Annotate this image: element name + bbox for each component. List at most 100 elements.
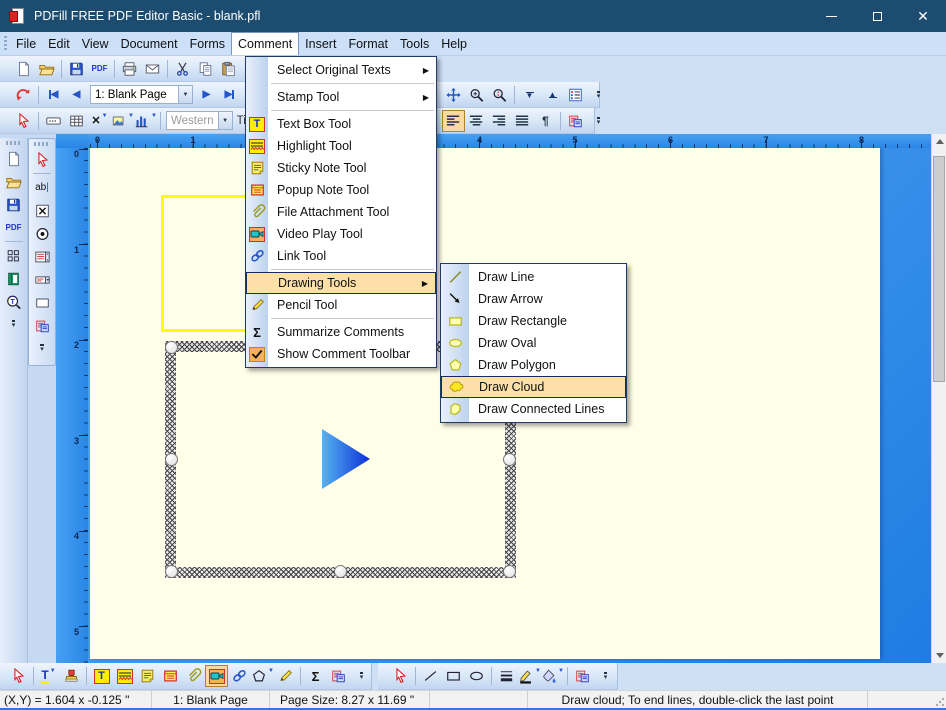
page-options-button[interactable] [564,84,587,106]
highlight-tool-button[interactable] [113,665,136,687]
menu-format[interactable]: Format [342,32,394,55]
open-button[interactable] [2,170,26,193]
save-as-pdf-button[interactable]: PDF [88,58,111,80]
select-tool-button[interactable] [12,110,35,132]
font-encoding-selector[interactable]: Western ▼ [166,111,233,130]
chevron-down-icon[interactable]: ▼ [217,112,232,129]
toolbar-overflow-button[interactable]: ▾ [587,84,610,106]
menu-item-show-comment-toolbar[interactable]: Show Comment Toolbar [246,343,436,365]
menu-item-draw-arrow[interactable]: Draw Arrow [441,288,626,310]
menu-comment[interactable]: Comment [230,32,300,55]
scroll-down-button[interactable] [932,648,946,663]
toolbar-overflow-button[interactable]: ▾ [594,665,617,687]
vertical-scrollbar[interactable] [931,134,946,663]
align-left-button[interactable] [442,110,465,132]
selection-handle[interactable] [165,453,178,466]
toolbar-overflow-button[interactable]: ▾ [587,110,610,132]
triangle-annotation[interactable] [322,429,370,489]
menu-item-stamp-tool[interactable]: Stamp Tool ▶ [246,86,436,108]
next-page-button[interactable]: ▶ [195,84,218,106]
menu-item-video-play-tool[interactable]: Video Play Tool [246,223,436,245]
radio-field-button[interactable] [30,222,54,245]
barcode-field-button[interactable]: ▼ [134,110,157,132]
selection-handle[interactable] [503,565,516,578]
zoom-dynamic-button[interactable] [488,84,511,106]
cut-button[interactable] [171,58,194,80]
selection-handle[interactable] [165,565,178,578]
menu-item-highlight-tool[interactable]: Highlight Tool [246,135,436,157]
menu-view[interactable]: View [76,32,115,55]
email-button[interactable] [141,58,164,80]
combobox-field-button[interactable] [30,268,54,291]
menu-document[interactable]: Document [115,32,184,55]
text-field-button[interactable]: ab| [30,176,54,199]
first-page-button[interactable]: ◀ [42,84,65,106]
file-attachment-tool-button[interactable] [182,665,205,687]
save-button[interactable] [2,193,26,216]
maximize-button[interactable] [854,0,900,32]
select-text-tool-button[interactable]: T ▼ [37,665,60,687]
text-field-tool-button[interactable] [42,110,65,132]
menu-item-link-tool[interactable]: Link Tool [246,245,436,267]
menu-item-file-attachment-tool[interactable]: File Attachment Tool [246,201,436,223]
menu-edit[interactable]: Edit [42,32,76,55]
collapse-button[interactable]: ▼ [518,84,541,106]
menu-help[interactable]: Help [435,32,473,55]
listbox-field-button[interactable] [30,245,54,268]
align-right-button[interactable] [488,110,511,132]
open-button[interactable] [35,58,58,80]
sticky-note-tool-button[interactable] [136,665,159,687]
refresh-button[interactable] [12,84,35,106]
previous-page-button[interactable]: ◀ [65,84,88,106]
selection-handle[interactable] [334,565,347,578]
selection-handle[interactable] [503,453,516,466]
zoom-text-button[interactable]: T [2,290,26,313]
new-document-button[interactable] [2,147,26,170]
summarize-comments-button[interactable]: Σ [304,665,327,687]
print-button[interactable] [118,58,141,80]
zoom-in-button[interactable] [465,84,488,106]
scroll-up-button[interactable] [932,134,946,149]
select-tool-button[interactable] [389,665,412,687]
pan-tool-button[interactable] [442,84,465,106]
menu-item-pencil-tool[interactable]: Pencil Tool [246,294,436,316]
paste-special-button[interactable] [571,665,594,687]
menu-item-draw-polygon[interactable]: Draw Polygon [441,354,626,376]
menu-item-summarize-comments[interactable]: Σ Summarize Comments [246,321,436,343]
line-width-button[interactable] [495,665,518,687]
toolbar-overflow-button[interactable]: ▾ [350,665,373,687]
delete-field-button[interactable]: ✕ ▼ [88,110,111,132]
menu-item-drawing-tools[interactable]: Drawing Tools ▶ [246,272,436,294]
menu-tools[interactable]: Tools [394,32,435,55]
last-page-button[interactable]: ▶ [218,84,241,106]
book-view-button[interactable] [2,267,26,290]
multiple-pages-button[interactable] [2,244,26,267]
image-field-button[interactable]: ▼ [111,110,134,132]
line-style-button[interactable] [419,665,442,687]
toolbar-overflow-button[interactable]: ▾ [30,337,54,360]
select-tool-button[interactable] [7,665,30,687]
menubar-grip[interactable] [3,36,8,51]
resize-grip[interactable] [935,697,945,707]
minimize-button[interactable] [808,0,854,32]
pencil-tool-button[interactable] [274,665,297,687]
paste-special-button[interactable] [30,314,54,337]
copy-button[interactable] [194,58,217,80]
menu-insert[interactable]: Insert [299,32,342,55]
menu-item-sticky-note-tool[interactable]: Sticky Note Tool [246,157,436,179]
close-button[interactable]: ✕ [900,0,946,32]
page-selector[interactable]: 1: Blank Page ▼ [90,85,193,104]
selection-handle[interactable] [165,341,178,354]
menu-file[interactable]: File [10,32,42,55]
menu-item-draw-oval[interactable]: Draw Oval [441,332,626,354]
menu-item-draw-cloud[interactable]: Draw Cloud [441,376,626,398]
paste-special-button[interactable] [327,665,350,687]
scrollbar-thumb[interactable] [933,156,945,382]
toolbar-grip[interactable] [34,142,50,146]
menu-item-select-original-texts[interactable]: Select Original Texts ▶ [246,59,436,81]
drawing-tools-button[interactable]: ▼ [251,665,274,687]
chevron-down-icon[interactable]: ▼ [178,86,192,103]
save-button[interactable] [65,58,88,80]
menu-item-draw-line[interactable]: Draw Line [441,266,626,288]
paste-special-button[interactable] [564,110,587,132]
